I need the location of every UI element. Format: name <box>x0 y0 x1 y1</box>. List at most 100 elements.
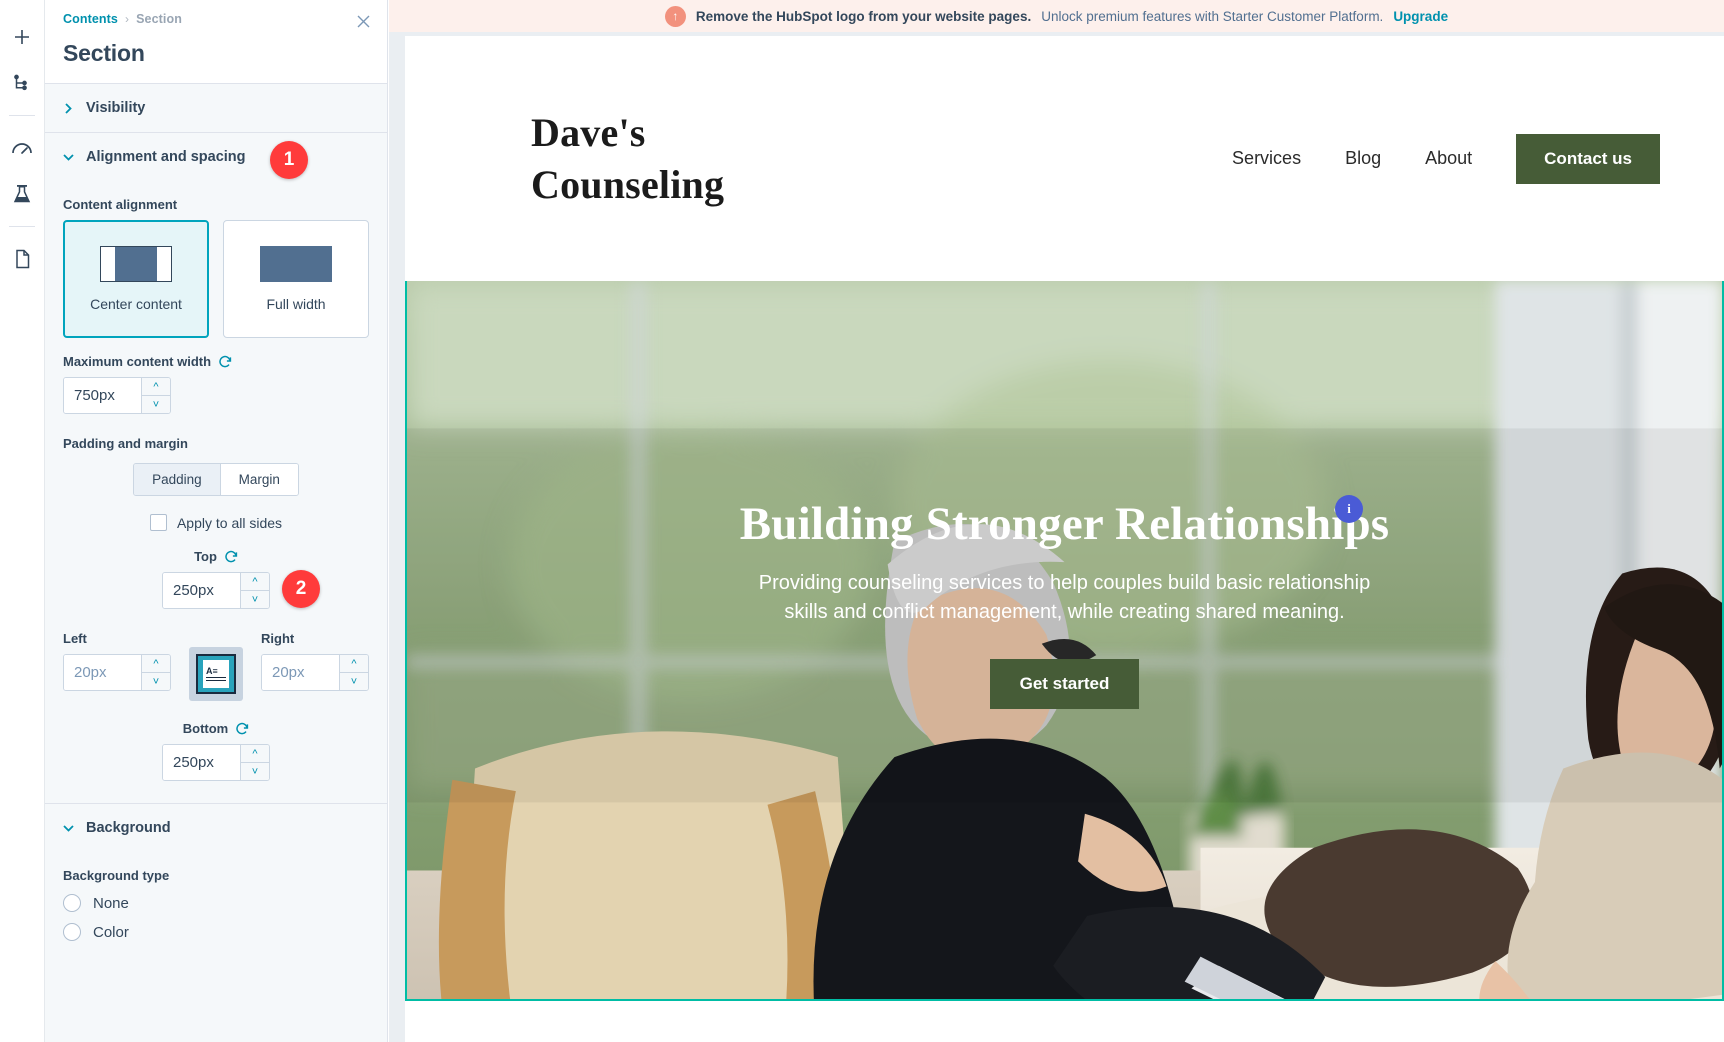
nav-item-services[interactable]: Services <box>1232 148 1301 169</box>
padding-left-stepper[interactable]: ^ ˅ <box>63 654 171 691</box>
max-content-width-arrows: ^ ˅ <box>141 378 170 413</box>
padding-left-input[interactable] <box>64 655 141 690</box>
hero-heading: Building Stronger Relationships <box>739 498 1390 550</box>
padding-left-group: Left ^ ˅ <box>63 631 171 691</box>
padding-top-input[interactable] <box>163 573 240 608</box>
chevron-down-icon <box>63 153 74 161</box>
padding-left-label: Left <box>63 631 87 646</box>
apply-all-sides-row: Apply to all sides <box>63 514 369 531</box>
add-icon[interactable] <box>2 14 42 60</box>
promo-bold-text: Remove the HubSpot logo from your websit… <box>695 8 1032 24</box>
document-icon[interactable] <box>2 236 42 282</box>
stepper-up-icon[interactable]: ^ <box>241 745 269 763</box>
page-title: Section <box>63 40 145 66</box>
accordion-background-header[interactable]: Background <box>45 804 387 852</box>
info-badge-icon[interactable]: i <box>1335 495 1363 523</box>
hero-section[interactable]: Building Stronger Relationships Providin… <box>405 281 1724 1001</box>
padding-margin-toggle: Padding Margin <box>133 463 299 496</box>
hero-content: Building Stronger Relationships Providin… <box>407 281 1722 999</box>
radio-color-label: Color <box>93 923 129 941</box>
site-logo[interactable]: Dave's Counseling <box>531 107 724 209</box>
apply-all-sides-checkbox[interactable] <box>149 514 167 531</box>
radio-none-label: None <box>93 894 129 912</box>
padding-right-label: Right <box>261 631 295 646</box>
accordion-background: Background Background type None Color <box>45 804 387 963</box>
rail-divider <box>9 226 35 227</box>
stepper-up-icon[interactable]: ^ <box>241 573 269 591</box>
max-content-width-text: Maximum content width <box>63 354 212 369</box>
radio-color[interactable] <box>63 923 81 941</box>
max-content-width-input[interactable] <box>64 378 141 413</box>
content-alignment-options: Center content Full width <box>63 220 369 338</box>
background-type-label: Background type <box>63 868 170 883</box>
stepper-down-icon[interactable]: ˅ <box>142 396 170 413</box>
close-icon[interactable] <box>353 11 373 31</box>
padding-margin-label: Padding and margin <box>63 436 188 451</box>
accordion-visibility: Visibility <box>45 84 387 133</box>
reset-icon[interactable] <box>224 550 238 564</box>
stepper-down-icon[interactable]: ˅ <box>340 673 368 690</box>
background-type-none[interactable]: None <box>63 894 369 912</box>
accordion-visibility-label: Visibility <box>86 100 146 116</box>
sitemap-icon[interactable] <box>2 60 42 106</box>
padding-right-group: Right ^ ˅ <box>261 631 369 691</box>
reset-icon[interactable] <box>235 722 249 736</box>
stepper-up-icon[interactable]: ^ <box>142 655 170 673</box>
upgrade-link[interactable]: Upgrade <box>1393 9 1448 24</box>
padding-top-group: Top ^ ˅ 2 <box>63 549 369 609</box>
flask-icon[interactable] <box>2 171 42 217</box>
nav-item-about[interactable]: About <box>1425 148 1472 169</box>
breadcrumb-contents[interactable]: Contents <box>63 12 118 26</box>
rail-divider <box>9 115 35 116</box>
chevron-right-icon <box>63 102 74 114</box>
accordion-background-label: Background <box>86 820 171 836</box>
breadcrumb: Contents › Section <box>63 12 369 26</box>
padding-bottom-text: Bottom <box>182 721 229 736</box>
breadcrumb-separator: › <box>124 12 130 26</box>
stepper-up-icon[interactable]: ^ <box>142 378 170 396</box>
background-type-color[interactable]: Color <box>63 923 369 941</box>
nav-item-blog[interactable]: Blog <box>1345 148 1381 169</box>
stepper-down-icon[interactable]: ˅ <box>241 763 269 780</box>
align-option-center-content[interactable]: Center content <box>63 220 210 338</box>
site-logo-line1: Dave's <box>531 110 646 156</box>
padding-right-stepper[interactable]: ^ ˅ <box>261 654 369 691</box>
radio-none[interactable] <box>63 894 81 912</box>
site-header: Dave's Counseling Services Blog About Co… <box>405 36 1724 281</box>
accordion-alignment-spacing: Alignment and spacing 1 Content alignmen… <box>45 133 387 804</box>
section-settings-panel: Contents › Section Section Visibility Al… <box>45 0 388 1042</box>
padding-bottom-label: Bottom <box>183 721 250 736</box>
promo-rest-text: Unlock premium features with Starter Cus… <box>1041 8 1384 24</box>
get-started-button[interactable]: Get started <box>989 659 1140 709</box>
promo-banner: ↑ Remove the HubSpot logo from your webs… <box>389 0 1724 32</box>
padding-top-text: Top <box>194 549 217 564</box>
website-preview: Dave's Counseling Services Blog About Co… <box>405 36 1724 1042</box>
stepper-down-icon[interactable]: ˅ <box>142 673 170 690</box>
stepper-down-icon[interactable]: ˅ <box>241 591 269 608</box>
center-content-thumbnail-icon <box>100 246 173 282</box>
padding-top-label: Top <box>194 549 238 564</box>
contact-us-button[interactable]: Contact us <box>1516 133 1660 184</box>
background-body: Background type None Color <box>45 868 387 963</box>
accordion-alignment-header[interactable]: Alignment and spacing 1 <box>45 133 387 181</box>
accordion-visibility-header[interactable]: Visibility <box>45 84 387 132</box>
padding-bottom-stepper[interactable]: ^ ˅ <box>162 744 270 781</box>
tab-padding[interactable]: Padding <box>134 464 220 495</box>
align-option-center-label: Center content <box>90 296 182 312</box>
padding-left-right-row: Left ^ ˅ A≡ Right <box>63 631 369 701</box>
tab-margin[interactable]: Margin <box>219 464 298 495</box>
padding-right-input[interactable] <box>262 655 339 690</box>
arrow-up-circle-icon: ↑ <box>664 5 686 27</box>
spacing-preview-icon: A≡ <box>189 647 243 701</box>
max-content-width-stepper[interactable]: ^ ˅ <box>63 377 171 414</box>
stepper-up-icon[interactable]: ^ <box>340 655 368 673</box>
dashboard-gauge-icon[interactable] <box>2 125 42 171</box>
reset-icon[interactable] <box>218 355 232 369</box>
padding-top-stepper[interactable]: ^ ˅ <box>162 572 270 609</box>
alignment-body: Content alignment Center content Full wi… <box>45 197 387 803</box>
padding-bottom-input[interactable] <box>163 745 240 780</box>
site-logo-line2: Counseling <box>531 161 725 207</box>
padding-top-arrows: ^ ˅ <box>240 573 269 608</box>
align-option-full-width[interactable]: Full width <box>223 220 369 338</box>
content-alignment-label: Content alignment <box>63 197 178 212</box>
